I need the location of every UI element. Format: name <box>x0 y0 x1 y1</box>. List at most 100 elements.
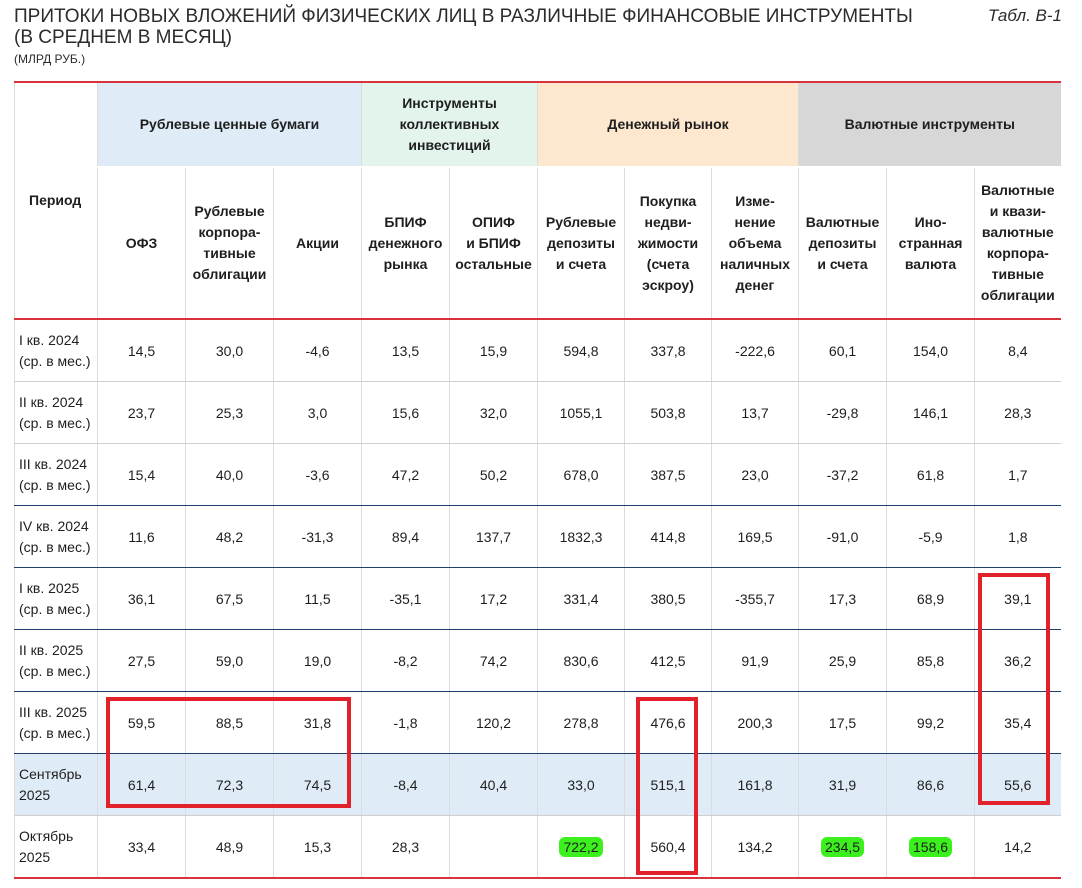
value-cell: -31,3 <box>273 505 362 568</box>
period-header: Период <box>14 81 98 320</box>
value-cell: 32,0 <box>448 381 538 444</box>
value-cell: 380,5 <box>624 567 712 630</box>
value-cell: 387,5 <box>624 443 712 506</box>
group-collective-investments: Инструменты коллективных инвестиций <box>360 81 538 167</box>
value-cell: 30,0 <box>185 319 274 382</box>
value-cell: 830,6 <box>537 629 625 692</box>
table-row: II кв. 2024 (ср. в мес.) 23,7 25,3 3,0 15,6 32… <box>14 381 1061 444</box>
value-cell: 33,4 <box>97 815 186 879</box>
group-money-market: Денежный рынок <box>537 81 799 167</box>
value-cell: -8,2 <box>361 629 450 692</box>
period-cell: I кв. 2025 (ср. в мес.) <box>14 567 98 630</box>
value-cell: 3,0 <box>273 381 362 444</box>
value-cell: -5,9 <box>886 505 975 568</box>
value-cell: 28,3 <box>361 815 450 879</box>
group-currency-instruments: Валютные инструменты <box>798 81 1061 167</box>
period-cell: III кв. 2025 (ср. в мес.) <box>14 691 98 754</box>
value-cell: 14,2 <box>974 815 1061 879</box>
value-cell: 36,1 <box>97 567 186 630</box>
value-cell: 91,9 <box>711 629 799 692</box>
value-cell: 13,7 <box>711 381 799 444</box>
value-cell: 61,8 <box>886 443 975 506</box>
column-header-8: Изме-нение объема наличных денег <box>711 166 799 320</box>
value-cell: 48,2 <box>185 505 274 568</box>
value-cell: 50,2 <box>448 443 538 506</box>
annotation-box-real-estate <box>636 697 698 875</box>
period-cell: II кв. 2024 (ср. в мес.) <box>14 381 98 444</box>
column-header-11: Валютные и квази-валютные корпора-тивные об… <box>974 166 1061 320</box>
value-cell: -29,8 <box>798 381 887 444</box>
value-cell: 23,0 <box>711 443 799 506</box>
table-row: I кв. 2025 (ср. в мес.) 36,1 67,5 11,5 -35,1 1… <box>14 567 1061 630</box>
green-highlight-marker: 234,5 <box>821 836 865 857</box>
value-cell: -1,8 <box>361 691 450 754</box>
period-cell: I кв. 2024 (ср. в мес.) <box>14 319 98 382</box>
value-cell: 47,2 <box>361 443 450 506</box>
title-line-1: ПРИТОКИ НОВЫХ ВЛОЖЕНИЙ ФИЗИЧЕСКИХ ЛИЦ В … <box>14 6 913 27</box>
column-header-5: ОПИФ и БПИФ остальные <box>448 166 538 320</box>
period-cell: Сентябрь 2025 <box>14 753 98 816</box>
value-cell: 503,8 <box>624 381 712 444</box>
value-cell: 120,2 <box>448 691 538 754</box>
value-cell: 25,3 <box>185 381 274 444</box>
units-label: (МЛРД РУБ.) <box>14 52 86 66</box>
value-cell: 67,5 <box>185 567 274 630</box>
value-cell: 234,5 <box>798 815 887 879</box>
value-cell: 89,4 <box>361 505 450 568</box>
value-cell: 23,7 <box>97 381 186 444</box>
value-cell: 86,6 <box>886 753 975 816</box>
column-header-9: Валютные депозиты и счета <box>798 166 887 320</box>
value-cell: 146,1 <box>886 381 975 444</box>
value-cell: 154,0 <box>886 319 975 382</box>
green-highlight-marker: 722,2 <box>559 836 603 857</box>
annotation-box-rub-securities <box>106 697 351 808</box>
value-cell: 17,3 <box>798 567 887 630</box>
value-cell: 14,5 <box>97 319 186 382</box>
value-cell: 15,9 <box>448 319 538 382</box>
value-cell: 28,3 <box>974 381 1061 444</box>
table-row: Октябрь 2025 33,4 48,9 15,3 28,3 722,2 560,4 134… <box>14 815 1061 879</box>
value-cell: 85,8 <box>886 629 975 692</box>
value-cell: -35,1 <box>361 567 450 630</box>
value-cell: 594,8 <box>537 319 625 382</box>
value-cell: 158,6 <box>886 815 975 879</box>
value-cell: -37,2 <box>798 443 887 506</box>
value-cell: 17,2 <box>448 567 538 630</box>
table-row: II кв. 2025 (ср. в мес.) 27,5 59,0 19,0 -8,2 7… <box>14 629 1061 692</box>
value-cell: 412,5 <box>624 629 712 692</box>
table-number: Табл. В-1 <box>987 6 1062 25</box>
period-cell: II кв. 2025 (ср. в мес.) <box>14 629 98 692</box>
column-header-1: ОФЗ <box>97 166 186 320</box>
value-cell: 1832,3 <box>537 505 625 568</box>
value-cell: 161,8 <box>711 753 799 816</box>
period-cell: Октябрь 2025 <box>14 815 98 879</box>
value-cell: 1,7 <box>974 443 1061 506</box>
value-cell: -222,6 <box>711 319 799 382</box>
value-cell: 15,3 <box>273 815 362 879</box>
value-cell: 1055,1 <box>537 381 625 444</box>
table-row: III кв. 2024 (ср. в мес.) 15,4 40,0 -3,6 47,2… <box>14 443 1061 506</box>
value-cell: 19,0 <box>273 629 362 692</box>
value-cell: 27,5 <box>97 629 186 692</box>
value-cell: 678,0 <box>537 443 625 506</box>
value-cell: 200,3 <box>711 691 799 754</box>
value-cell: 48,9 <box>185 815 274 879</box>
table-row: I кв. 2024 (ср. в мес.) 14,5 30,0 -4,6 13,5 15… <box>14 319 1061 382</box>
value-cell: 13,5 <box>361 319 450 382</box>
group-rub-securities: Рублевые ценные бумаги <box>97 81 362 167</box>
column-header-10: Ино-странная валюта <box>886 166 975 320</box>
value-cell: 11,6 <box>97 505 186 568</box>
value-cell: -8,4 <box>361 753 450 816</box>
value-cell: 40,4 <box>448 753 538 816</box>
value-cell: 31,9 <box>798 753 887 816</box>
value-cell: 722,2 <box>537 815 625 879</box>
value-cell: 414,8 <box>624 505 712 568</box>
value-cell: 11,5 <box>273 567 362 630</box>
value-cell: 40,0 <box>185 443 274 506</box>
value-cell: 8,4 <box>974 319 1061 382</box>
column-header-6: Рублевые депозиты и счета <box>537 166 625 320</box>
value-cell: 278,8 <box>537 691 625 754</box>
column-header-2: Рублевые корпора-тивные облигации <box>185 166 274 320</box>
green-highlight-marker: 158,6 <box>909 836 953 857</box>
value-cell: 99,2 <box>886 691 975 754</box>
